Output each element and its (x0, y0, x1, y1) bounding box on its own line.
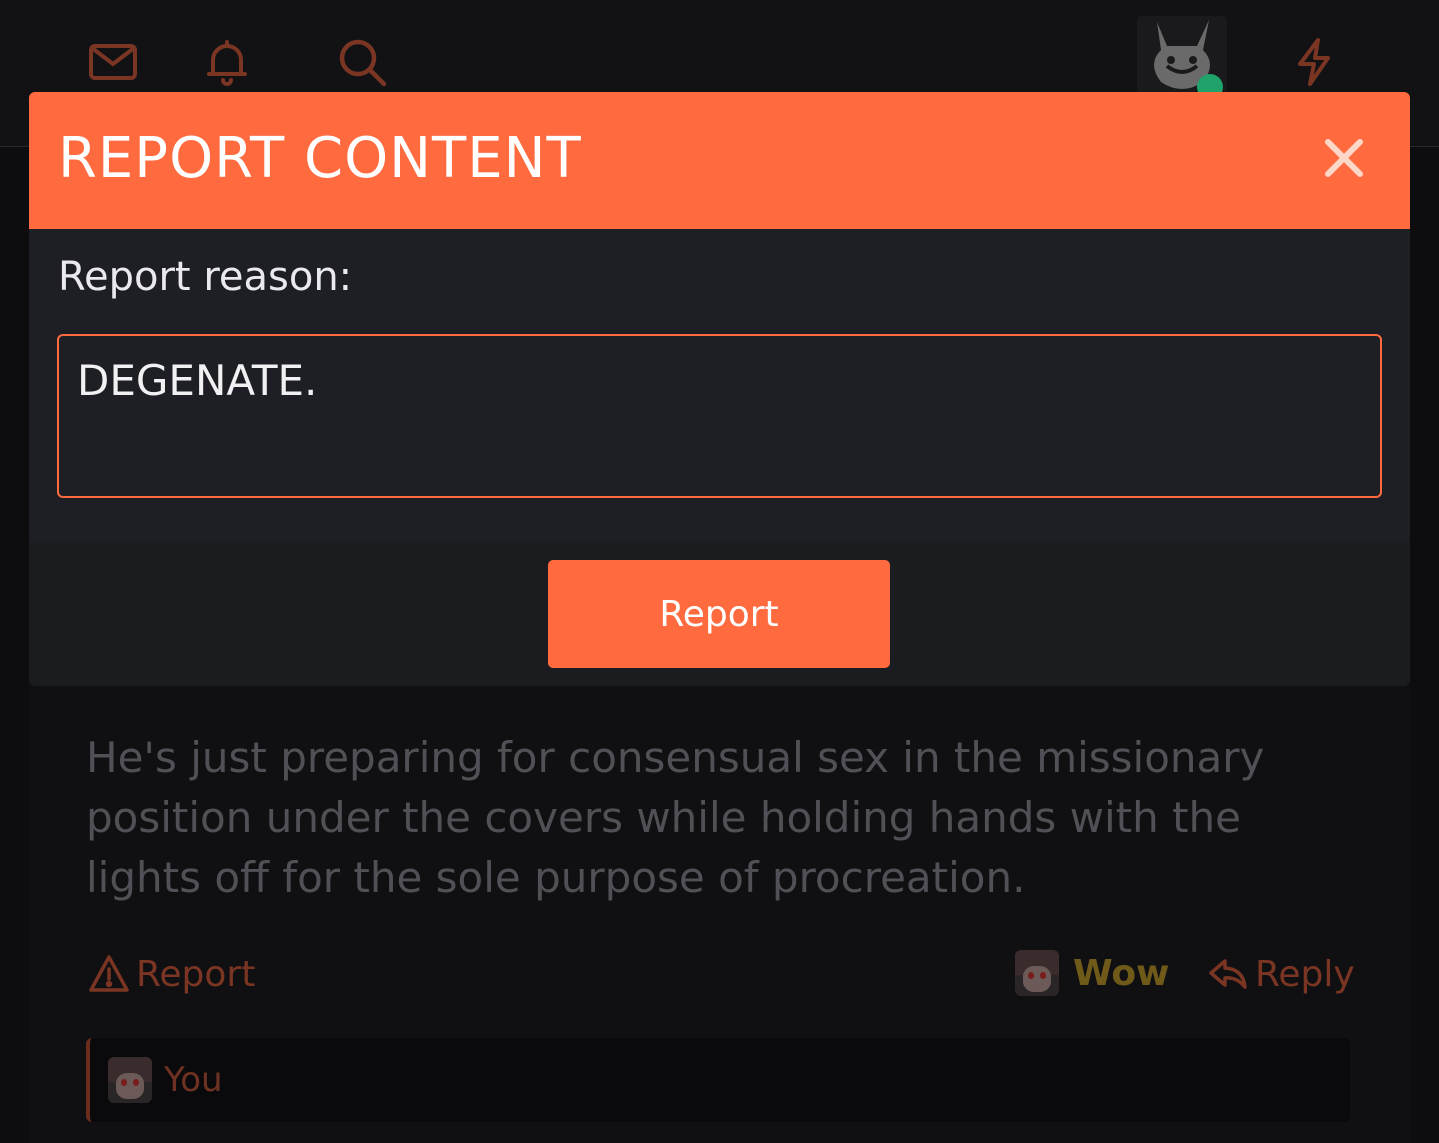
post-body: He's just preparing for consensual sex i… (86, 733, 1265, 902)
dialog-footer: Report (29, 543, 1410, 686)
reaction-button[interactable]: Wow (1015, 948, 1169, 998)
user-avatar[interactable] (1137, 16, 1227, 94)
reactor-avatar (108, 1057, 152, 1103)
reactor-name: You (164, 1060, 223, 1100)
post-report-link[interactable]: Report (88, 950, 255, 998)
dialog-title: REPORT CONTENT (58, 126, 582, 191)
close-icon[interactable] (1320, 134, 1368, 182)
report-reason-label: Report reason: (58, 254, 353, 300)
post-reply-link[interactable]: Reply (1207, 950, 1355, 998)
dialog-header: REPORT CONTENT (29, 92, 1410, 229)
submit-report-button[interactable]: Report (548, 560, 890, 668)
post-report-label: Report (136, 953, 256, 995)
reactions-summary[interactable]: You (86, 1038, 1350, 1122)
bell-icon[interactable] (201, 36, 253, 88)
online-status-dot (1197, 74, 1223, 94)
lightning-icon[interactable] (1288, 36, 1340, 88)
search-icon[interactable] (336, 36, 388, 88)
reaction-emoji-image (1015, 950, 1059, 996)
envelope-icon[interactable] (87, 36, 139, 88)
post-reply-label: Reply (1255, 953, 1355, 995)
reaction-label: Wow (1073, 952, 1170, 994)
warning-icon (89, 955, 129, 992)
reply-icon (1209, 959, 1247, 989)
report-reason-input[interactable]: DEGENATE. (57, 334, 1382, 498)
report-content-dialog: REPORT CONTENT Report reason: DEGENATE. … (29, 92, 1410, 686)
